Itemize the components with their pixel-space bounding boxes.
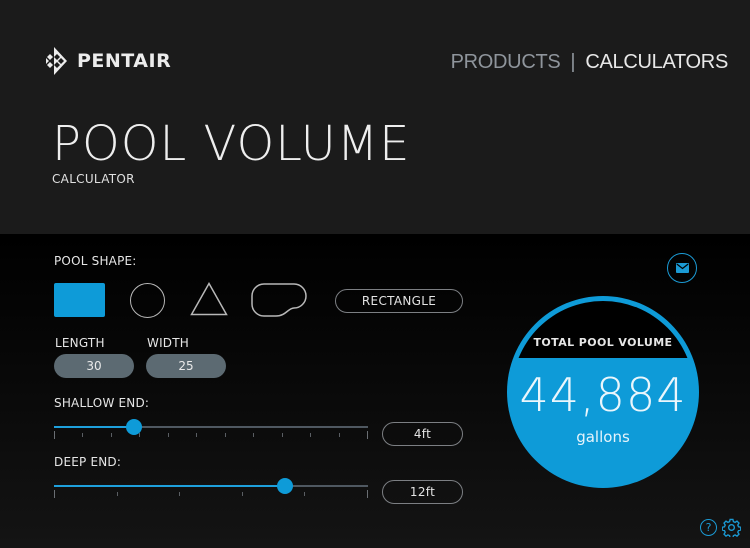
slider-tick <box>224 433 226 437</box>
slider-thumb[interactable] <box>277 478 294 494</box>
pool-shape-label: POOL SHAPE: <box>54 254 137 268</box>
header: PENTAIR PRODUCTS | CALCULATORS POOL VOLU… <box>0 0 750 234</box>
help-button[interactable]: ? <box>700 519 717 536</box>
pentair-logo[interactable]: PENTAIR <box>45 45 171 77</box>
circle-shape-button[interactable] <box>130 283 165 318</box>
deep-end-label: DEEP END: <box>54 455 122 469</box>
width-input[interactable]: 25 <box>146 354 226 378</box>
pentair-fish-icon <box>46 47 67 75</box>
length-label: LENGTH <box>55 336 105 350</box>
total-volume-label: TOTAL POOL VOLUME <box>533 336 673 349</box>
total-volume-gauge: TOTAL POOL VOLUME 44,884 gallons <box>507 296 699 488</box>
slider-tick <box>281 433 283 437</box>
slider-tick <box>367 431 368 439</box>
width-label: WIDTH <box>147 336 189 350</box>
slider-tick <box>338 433 340 437</box>
slider-tick <box>367 490 368 498</box>
slider-fill <box>54 426 135 428</box>
slider-tick <box>54 490 55 498</box>
kidney-shape-button[interactable] <box>251 283 307 317</box>
total-volume-value: 44,884 <box>519 368 687 422</box>
slider-tick <box>179 492 181 496</box>
nav-separator: | <box>570 51 576 73</box>
total-volume-unit: gallons <box>576 428 630 446</box>
rectangle-shape-button[interactable] <box>54 283 105 317</box>
slider-tick <box>241 492 243 496</box>
nav-products-link[interactable]: PRODUCTS <box>451 51 561 74</box>
slider-tick <box>304 492 306 496</box>
top-nav: PRODUCTS | CALCULATORS <box>451 51 729 74</box>
slider-tick <box>54 431 55 439</box>
length-input[interactable]: 30 <box>54 354 134 378</box>
nav-calculators-link[interactable]: CALCULATORS <box>585 51 728 74</box>
shallow-end-value: 4ft <box>382 422 463 446</box>
slider-fill <box>54 485 286 487</box>
page-title: POOL VOLUME <box>52 116 411 172</box>
brand-name: PENTAIR <box>77 50 172 72</box>
page-subtitle: CALCULATOR <box>52 172 135 186</box>
email-button[interactable] <box>667 253 697 283</box>
slider-tick <box>82 433 84 437</box>
gear-icon[interactable] <box>722 518 741 537</box>
shallow-end-slider[interactable] <box>54 419 368 444</box>
triangle-shape-button[interactable] <box>190 282 228 316</box>
slider-tick <box>139 433 141 437</box>
help-icon: ? <box>705 521 712 534</box>
slider-tick <box>253 433 255 437</box>
deep-end-slider[interactable] <box>54 478 368 503</box>
slider-tick <box>167 433 169 437</box>
slider-tick <box>310 433 312 437</box>
shallow-end-label: SHALLOW END: <box>54 396 150 410</box>
deep-end-value: 12ft <box>382 480 463 504</box>
email-icon <box>675 263 689 273</box>
selected-shape-display: RECTANGLE <box>335 289 463 313</box>
slider-tick <box>110 433 112 437</box>
slider-tick <box>196 433 198 437</box>
slider-tick <box>116 492 118 496</box>
